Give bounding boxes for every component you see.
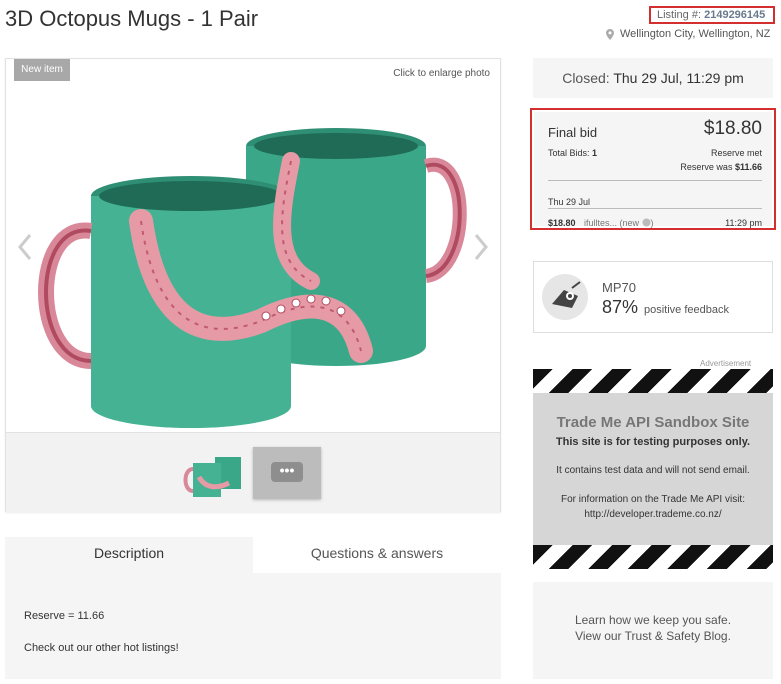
reserve-met-status: Reserve met <box>710 148 762 158</box>
seller-feedback-label: positive feedback <box>644 304 729 316</box>
tab-questions-answers[interactable]: Questions & answers <box>253 537 501 573</box>
ad-link[interactable]: http://developer.trademe.co.nz/ <box>533 509 773 520</box>
total-bids-value: 1 <box>592 148 598 158</box>
hazard-stripe <box>533 545 773 569</box>
ad-text: It contains test data and will not send … <box>556 465 750 476</box>
listing-number: Listing #: 2149296145 <box>649 6 775 24</box>
photo-gallery: New item Click to enlarge photo ••• <box>5 58 501 512</box>
listing-number-value: 2149296145 <box>704 9 766 21</box>
final-bid-panel: Final bid $18.80 Total Bids: 1 Reserve m… <box>530 108 776 230</box>
total-bids: Total Bids: 1 <box>548 148 597 158</box>
next-photo-arrow-icon[interactable] <box>470 231 492 263</box>
trust-safety-box[interactable]: Learn how we keep you safe. View our Tru… <box>533 582 773 679</box>
seller-feedback-percent: 87% <box>602 297 639 317</box>
advertisement-label: Advertisement <box>700 359 752 368</box>
divider <box>548 180 762 181</box>
new-member-star-icon <box>642 218 651 227</box>
more-photos-icon: ••• <box>271 462 303 482</box>
advertisement-banner[interactable]: Trade Me API Sandbox Site This site is f… <box>533 369 773 569</box>
seller-name[interactable]: MP70 <box>602 280 636 295</box>
location: Wellington City, Wellington, NZ <box>606 28 770 40</box>
description-text: Check out our other hot listings! <box>24 642 179 654</box>
bid-history-bidder[interactable]: ifulltes... (new ) <box>584 218 654 228</box>
description-panel: Reserve = 11.66 Check out our other hot … <box>5 573 501 679</box>
final-bid-label: Final bid <box>548 125 598 140</box>
hazard-stripe <box>533 369 773 393</box>
enlarge-photo-hint[interactable]: Click to enlarge photo <box>393 68 490 79</box>
description-tabs: Description Questions & answers <box>5 537 501 573</box>
thumbnail-photo[interactable] <box>181 447 249 503</box>
reserve-was-label: Reserve was <box>680 162 733 172</box>
bid-history-time: 11:29 pm <box>725 218 762 228</box>
ad-text: For information on the Trade Me API visi… <box>561 494 745 505</box>
auction-closed-status: Closed: Thu 29 Jul, 11:29 pm <box>533 58 773 98</box>
safety-link[interactable]: Learn how we keep you safe. <box>533 613 773 627</box>
reserve-was: Reserve was $11.66 <box>680 162 762 172</box>
closed-label: Closed: <box>562 70 610 86</box>
closed-date: Thu 29 Jul, 11:29 pm <box>613 70 744 86</box>
thumbnail-strip: ••• <box>6 432 500 512</box>
seller-avatar-icon <box>542 274 588 320</box>
bid-history-amount: $18.80 <box>548 218 576 228</box>
bid-history-date: Thu 29 Jul <box>548 197 591 207</box>
main-product-photo[interactable] <box>31 91 471 433</box>
more-photos-thumbnail[interactable]: ••• <box>253 447 321 499</box>
location-text: Wellington City, Wellington, NZ <box>620 28 771 40</box>
total-bids-label: Total Bids: <box>548 148 590 158</box>
ad-title: Trade Me API Sandbox Site <box>556 414 750 431</box>
new-item-badge: New item <box>14 59 70 81</box>
location-pin-icon <box>606 28 614 40</box>
seller-card[interactable]: MP70 87% positive feedback <box>533 261 773 333</box>
divider <box>548 208 762 209</box>
safety-blog-link[interactable]: View our Trust & Safety Blog. <box>533 629 773 643</box>
tab-description[interactable]: Description <box>5 537 253 573</box>
listing-label: Listing #: <box>657 9 702 21</box>
ad-text: This site is for testing purposes only. <box>555 436 751 448</box>
bidder-name[interactable]: ifulltes... (new <box>584 218 639 228</box>
final-bid-amount: $18.80 <box>703 118 762 139</box>
reserve-was-value: $11.66 <box>734 162 762 172</box>
page-title: 3D Octopus Mugs - 1 Pair <box>5 6 259 31</box>
description-text: Reserve = 11.66 <box>24 610 105 622</box>
